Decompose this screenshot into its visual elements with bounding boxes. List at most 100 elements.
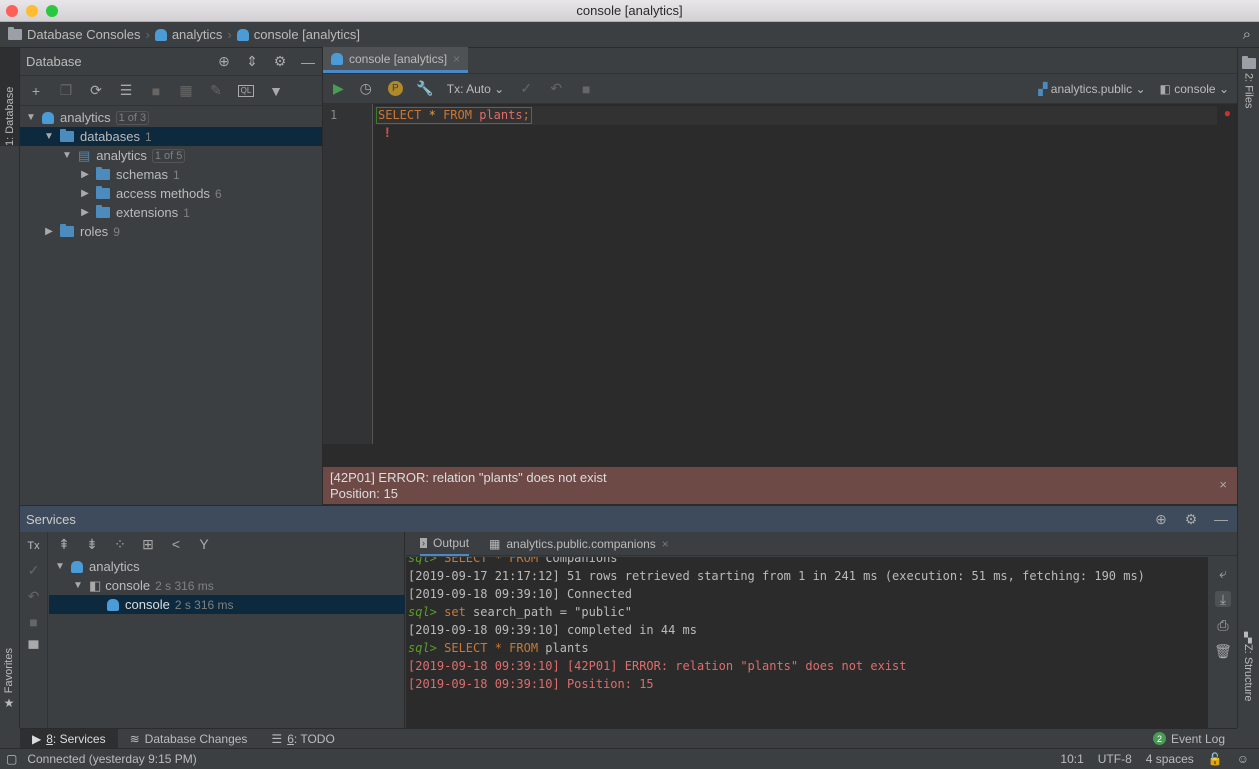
error-banner: [42P01] ERROR: relation "plants" does no… — [323, 467, 1237, 504]
close-error-icon[interactable]: × — [1219, 477, 1227, 493]
collapse-arrow-icon[interactable]: ▶ — [78, 188, 92, 199]
print-icon[interactable]: ⎙ — [1215, 617, 1231, 633]
sql-keyword: set — [444, 605, 466, 619]
add-service-icon[interactable]: ⊞ — [140, 536, 156, 552]
favorites-tool-tab[interactable]: Favorites ★ — [3, 648, 15, 710]
explain-plan-icon[interactable]: P — [387, 81, 403, 96]
tree-item-databases[interactable]: ▼ databases 1 — [20, 127, 322, 146]
code-editor[interactable]: 1 SELECT * FROM plants; ! ● — [323, 104, 1231, 444]
expand-arrow-icon[interactable]: ▼ — [60, 150, 74, 161]
expand-arrow-icon[interactable]: ▼ — [42, 131, 56, 142]
event-log-button[interactable]: 2 Event Log — [1141, 729, 1237, 749]
gear-icon[interactable]: ⚙ — [1183, 511, 1199, 527]
tx-mode-dropdown[interactable]: Tx: Auto ⌄ — [447, 82, 504, 96]
refresh-icon[interactable]: ⟳ — [88, 82, 104, 99]
database-panel-header: Database ⊕ ⇕ ⚙ — — [20, 48, 322, 76]
expand-arrow-icon[interactable]: ▼ — [24, 112, 38, 123]
tree-item-schemas[interactable]: ▶ schemas 1 — [20, 165, 322, 184]
locate-icon[interactable]: ⊕ — [1153, 511, 1169, 527]
breadcrumb-database-consoles[interactable]: Database Consoles — [8, 27, 140, 42]
locate-icon[interactable]: ⊕ — [216, 53, 232, 70]
collapse-all-icon[interactable]: ⇕ — [244, 53, 260, 70]
files-tool-tab[interactable]: 2: Files — [1238, 48, 1259, 108]
unlock-icon[interactable]: 🔓 — [1208, 752, 1223, 766]
structure-tool-tab[interactable]: ▚ Z: Structure — [1242, 633, 1254, 701]
database-tool-tab[interactable]: 1: Database — [0, 48, 19, 146]
minimize-window-button[interactable] — [26, 5, 38, 17]
expand-all-icon[interactable]: ⇞ — [56, 536, 72, 552]
indent-setting[interactable]: 4 spaces — [1146, 752, 1194, 766]
code-line-1[interactable]: SELECT * FROM plants; — [376, 107, 532, 124]
stop-icon[interactable]: ■ — [578, 81, 594, 97]
scroll-to-end-icon[interactable]: ⤓ — [1215, 591, 1231, 607]
tab-services[interactable]: ▶ 8: Services — [20, 728, 118, 749]
trash-icon[interactable]: 🗑 — [1214, 643, 1232, 659]
editor-tabs: console [analytics] × — [323, 47, 1237, 74]
database-panel: Database ⊕ ⇕ ⚙ — + ❐ ⟳ ☰ ■ ▦ ✎ QL ▼ ▼ an… — [20, 48, 323, 505]
rollback-icon[interactable]: ↶ — [26, 588, 42, 604]
service-item-console-session[interactable]: console 2 s 316 ms — [49, 595, 405, 614]
toggle-tool-windows-icon[interactable]: ▢ — [6, 752, 17, 766]
close-tab-icon[interactable]: × — [662, 537, 669, 551]
collapse-all-icon[interactable]: ⇟ — [84, 536, 100, 552]
session-selector[interactable]: ◧ console ⌄ — [1160, 82, 1229, 96]
collapse-arrow-icon[interactable]: ▶ — [78, 207, 92, 218]
breadcrumb-console[interactable]: console [analytics] — [236, 27, 360, 42]
collapse-arrow-icon[interactable]: ▶ — [42, 226, 56, 237]
collapse-arrow-icon[interactable]: ▶ — [78, 169, 92, 180]
file-encoding[interactable]: UTF-8 — [1098, 752, 1132, 766]
gear-icon[interactable]: ⚙ — [272, 53, 288, 70]
maximize-window-button[interactable] — [46, 5, 58, 17]
sql-prompt: sql> — [408, 641, 445, 655]
run-icon[interactable]: ▶ — [333, 80, 344, 97]
stop-icon[interactable]: ■ — [148, 83, 164, 99]
wrench-icon[interactable]: 🔧 — [416, 80, 433, 97]
filter-icon[interactable]: ▼ — [268, 83, 284, 99]
commit-icon[interactable]: ✓ — [518, 80, 534, 97]
duplicate-icon[interactable]: ❐ — [58, 82, 74, 99]
table-icon[interactable]: ▦ — [178, 82, 194, 99]
add-icon[interactable]: + — [28, 83, 44, 99]
console-line: [2019-09-18 09:39:10] Connected — [408, 587, 632, 601]
tab-output[interactable]: › Output — [420, 532, 470, 556]
minimize-icon[interactable]: — — [1213, 511, 1229, 527]
data-source-properties-icon[interactable]: ☰ — [118, 82, 134, 99]
tree-item-access-methods[interactable]: ▶ access methods 6 — [20, 184, 322, 203]
search-icon[interactable]: ⌕ — [1243, 26, 1251, 43]
console-output[interactable]: sql> SELECT * FROM companions [2019-09-17… — [406, 557, 1208, 729]
layout-icon[interactable]: ▀ — [26, 640, 42, 656]
tree-item-roles[interactable]: ▶ roles 9 — [20, 222, 322, 241]
service-item-analytics[interactable]: ▼ analytics — [49, 557, 405, 576]
tab-database-changes[interactable]: ≋ Database Changes — [118, 729, 260, 749]
commit-icon[interactable]: ✓ — [26, 562, 42, 578]
query-console-icon[interactable]: QL — [238, 84, 254, 97]
tab-companions-result[interactable]: ▦ analytics.public.companions × — [489, 537, 669, 551]
tree-item-extensions[interactable]: ▶ extensions 1 — [20, 203, 322, 222]
service-item-console[interactable]: ▼ ◧ console 2 s 316 ms — [49, 576, 405, 595]
soft-wrap-icon[interactable]: ⤶ — [1215, 565, 1231, 581]
sql-prompt: sql> — [408, 557, 445, 565]
edit-icon[interactable]: ✎ — [208, 82, 224, 99]
close-window-button[interactable] — [6, 5, 18, 17]
history-icon[interactable]: ◷ — [358, 80, 374, 97]
error-indicator-icon[interactable]: ● — [1224, 106, 1231, 120]
error-bulb-icon[interactable]: ! — [385, 124, 390, 140]
breadcrumb-analytics[interactable]: analytics — [154, 27, 222, 42]
tab-todo[interactable]: ☰ 6: TODO — [259, 729, 346, 749]
rollback-icon[interactable]: ↶ — [548, 80, 564, 97]
caret-position[interactable]: 10:1 — [1060, 752, 1083, 766]
tree-item-analytics[interactable]: ▼ analytics 1 of 3 — [20, 108, 322, 127]
tree-item-analytics-db[interactable]: ▼ ▤ analytics 1 of 5 — [20, 146, 322, 165]
group-by-icon[interactable]: ⁘ — [112, 536, 128, 552]
inspector-icon[interactable]: ☺ — [1237, 752, 1249, 766]
stop-icon[interactable]: ■ — [26, 614, 42, 630]
close-tab-icon[interactable]: × — [453, 52, 460, 66]
tx-button[interactable]: Tx — [27, 540, 39, 552]
minimize-icon[interactable]: — — [300, 54, 316, 70]
tab-console-analytics[interactable]: console [analytics] × — [323, 47, 469, 73]
merge-icon[interactable]: Y — [196, 536, 212, 552]
expand-arrow-icon[interactable]: ▼ — [71, 580, 85, 591]
expand-arrow-icon[interactable]: ▼ — [53, 561, 67, 572]
schema-selector[interactable]: ▞ analytics.public ⌄ — [1038, 82, 1145, 96]
split-icon[interactable]: < — [168, 536, 184, 552]
